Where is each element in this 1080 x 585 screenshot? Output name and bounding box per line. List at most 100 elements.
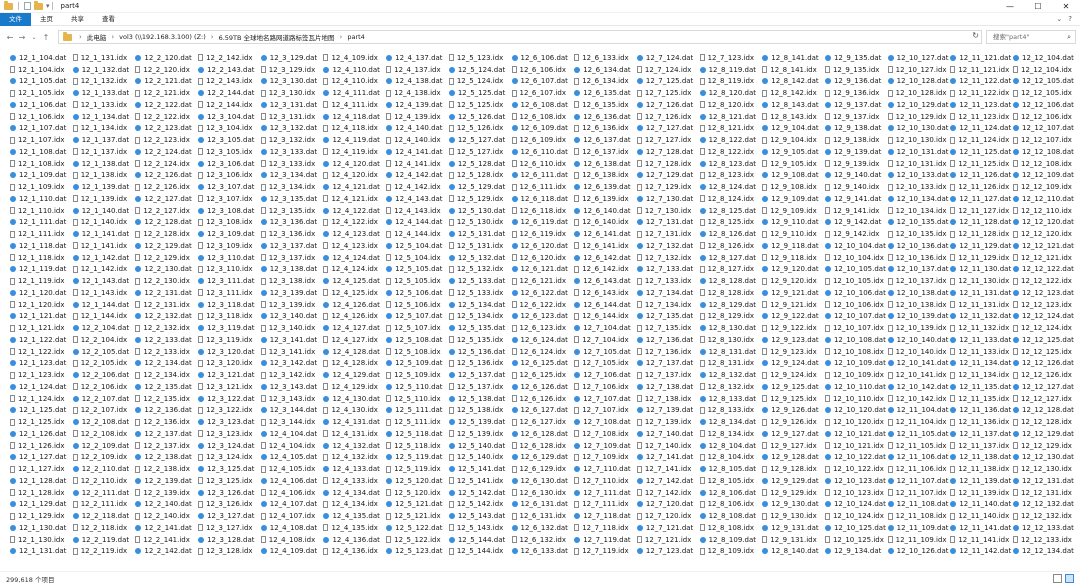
file-item[interactable]: 12_9_122.idx: [762, 322, 825, 334]
file-item[interactable]: 12_6_118.idx: [511, 205, 575, 217]
file-item[interactable]: 12_5_130.dat: [448, 205, 512, 217]
file-item[interactable]: 12_10_109.idx: [824, 369, 888, 381]
file-item[interactable]: 12_5_107.dat: [386, 311, 449, 323]
file-item[interactable]: 12_7_108.idx: [574, 428, 637, 440]
file-item[interactable]: 12_9_136.dat: [824, 76, 888, 88]
file-item[interactable]: 12_3_142.idx: [260, 369, 324, 381]
file-item[interactable]: 12_5_138.idx: [448, 405, 512, 417]
file-item[interactable]: 12_6_123.dat: [511, 311, 575, 323]
file-item[interactable]: 12_7_127.idx: [636, 134, 700, 146]
file-item[interactable]: 12_4_121.dat: [323, 181, 386, 193]
file-item[interactable]: 12_6_108.dat: [511, 99, 575, 111]
file-item[interactable]: 12_4_124.dat: [323, 252, 386, 264]
file-item[interactable]: 12_7_125.idx: [636, 87, 700, 99]
file-item[interactable]: 12_3_139.dat: [260, 287, 324, 299]
file-item[interactable]: 12_4_125.idx: [323, 287, 386, 299]
file-item[interactable]: 12_5_124.idx: [448, 76, 512, 88]
file-item[interactable]: 12_7_129.idx: [636, 181, 700, 193]
file-item[interactable]: 12_3_122.idx: [198, 405, 261, 417]
file-item[interactable]: 12_3_109.idx: [198, 240, 261, 252]
file-item[interactable]: 12_11_107.dat: [887, 475, 951, 487]
file-item[interactable]: 12_9_125.dat: [762, 381, 825, 393]
file-item[interactable]: 12_11_139.dat: [950, 475, 1013, 487]
file-item[interactable]: 12_7_106.dat: [574, 369, 637, 381]
file-item[interactable]: 12_3_107.idx: [198, 193, 261, 205]
file-item[interactable]: 12_11_140.dat: [950, 499, 1013, 511]
file-item[interactable]: 12_4_142.dat: [386, 170, 449, 182]
file-item[interactable]: 12_8_109.dat: [699, 534, 763, 546]
file-item[interactable]: 12_3_140.dat: [260, 311, 324, 323]
file-item[interactable]: 12_11_140.idx: [950, 510, 1013, 522]
file-item[interactable]: 12_5_130.idx: [448, 217, 512, 229]
file-item[interactable]: 12_3_126.idx: [198, 499, 261, 511]
file-item[interactable]: 12_7_124.idx: [636, 64, 700, 76]
file-item[interactable]: 12_3_138.idx: [260, 275, 324, 287]
file-item[interactable]: 12_7_107.dat: [574, 393, 637, 405]
file-item[interactable]: 12_4_121.idx: [323, 193, 386, 205]
chevron-right-icon[interactable]: ›: [340, 33, 343, 41]
file-item[interactable]: 12_10_141.dat: [887, 358, 951, 370]
file-item[interactable]: 12_6_142.idx: [574, 264, 637, 276]
file-item[interactable]: 12_7_137.idx: [636, 369, 700, 381]
file-item[interactable]: 12_1_138.dat: [72, 158, 136, 170]
file-item[interactable]: 12_9_118.dat: [762, 240, 825, 252]
file-item[interactable]: 12_5_141.dat: [448, 463, 512, 475]
file-item[interactable]: 12_5_110.idx: [386, 393, 449, 405]
file-item[interactable]: 12_3_127.idx: [198, 522, 261, 534]
large-icons-view-icon[interactable]: [1065, 574, 1074, 583]
file-item[interactable]: 12_5_106.idx: [386, 299, 449, 311]
file-item[interactable]: 12_1_118.idx: [10, 252, 73, 264]
file-item[interactable]: 12_6_136.idx: [574, 123, 637, 135]
file-item[interactable]: 12_12_110.idx: [1013, 205, 1076, 217]
file-item[interactable]: 12_10_109.dat: [824, 358, 888, 370]
file-item[interactable]: 12_2_127.dat: [135, 193, 198, 205]
file-item[interactable]: 12_1_130.idx: [10, 534, 73, 546]
file-item[interactable]: 12_1_128.dat: [10, 475, 73, 487]
file-item[interactable]: 12_4_106.idx: [260, 487, 324, 499]
file-item[interactable]: 12_11_122.dat: [950, 76, 1013, 88]
file-item[interactable]: 12_12_133.dat: [1013, 522, 1076, 534]
file-item[interactable]: 12_3_120.idx: [198, 358, 261, 370]
tab-view[interactable]: 查看: [93, 13, 124, 26]
file-item[interactable]: 12_3_141.dat: [260, 334, 324, 346]
file-item[interactable]: 12_12_106.dat: [1013, 99, 1076, 111]
file-item[interactable]: 12_2_118.dat: [72, 510, 136, 522]
file-item[interactable]: 12_8_141.dat: [762, 52, 825, 64]
file-item[interactable]: 12_5_142.dat: [448, 487, 512, 499]
file-item[interactable]: 12_10_131.dat: [887, 146, 951, 158]
file-item[interactable]: 12_4_108.idx: [260, 534, 324, 546]
file-item[interactable]: 12_10_138.dat: [887, 287, 951, 299]
file-item[interactable]: 12_8_140.dat: [762, 546, 825, 558]
file-item[interactable]: 12_2_132.idx: [135, 322, 198, 334]
file-item[interactable]: 12_12_107.dat: [1013, 123, 1076, 135]
breadcrumb-dataset-folder[interactable]: 6.59TB 全球地名路网道路标签瓦片地图: [219, 32, 335, 42]
file-item[interactable]: 12_11_123.idx: [950, 111, 1013, 123]
file-item[interactable]: 12_3_106.idx: [198, 170, 261, 182]
file-item[interactable]: 12_9_108.dat: [762, 170, 825, 182]
file-item[interactable]: 12_5_120.dat: [386, 475, 449, 487]
file-item[interactable]: 12_6_122.idx: [511, 299, 575, 311]
file-item[interactable]: 12_8_131.dat: [699, 346, 763, 358]
file-item[interactable]: 12_8_132.idx: [699, 381, 763, 393]
file-item[interactable]: 12_9_137.idx: [824, 111, 888, 123]
file-item[interactable]: 12_1_134.idx: [72, 123, 136, 135]
file-item[interactable]: 12_12_125.dat: [1013, 334, 1076, 346]
file-item[interactable]: 12_1_140.idx: [72, 217, 136, 229]
file-item[interactable]: 12_2_108.idx: [72, 428, 136, 440]
file-item[interactable]: 12_6_138.dat: [574, 158, 637, 170]
file-item[interactable]: 12_5_122.idx: [386, 534, 449, 546]
file-item[interactable]: 12_7_136.idx: [636, 346, 700, 358]
file-item[interactable]: 12_4_137.idx: [386, 64, 449, 76]
file-item[interactable]: 12_3_120.dat: [198, 346, 261, 358]
file-item[interactable]: 12_7_132.idx: [636, 252, 700, 264]
file-item[interactable]: 12_7_134.dat: [636, 287, 700, 299]
file-item[interactable]: 12_1_123.idx: [10, 369, 73, 381]
file-item[interactable]: 12_7_135.dat: [636, 311, 700, 323]
file-item[interactable]: 12_10_127.dat: [887, 52, 951, 64]
file-item[interactable]: 12_7_134.idx: [636, 299, 700, 311]
file-item[interactable]: 12_9_122.dat: [762, 311, 825, 323]
file-item[interactable]: 12_1_125.dat: [10, 405, 73, 417]
file-item[interactable]: 12_3_108.idx: [198, 217, 261, 229]
file-item[interactable]: 12_7_126.dat: [636, 99, 700, 111]
file-item[interactable]: 12_1_144.idx: [72, 311, 136, 323]
